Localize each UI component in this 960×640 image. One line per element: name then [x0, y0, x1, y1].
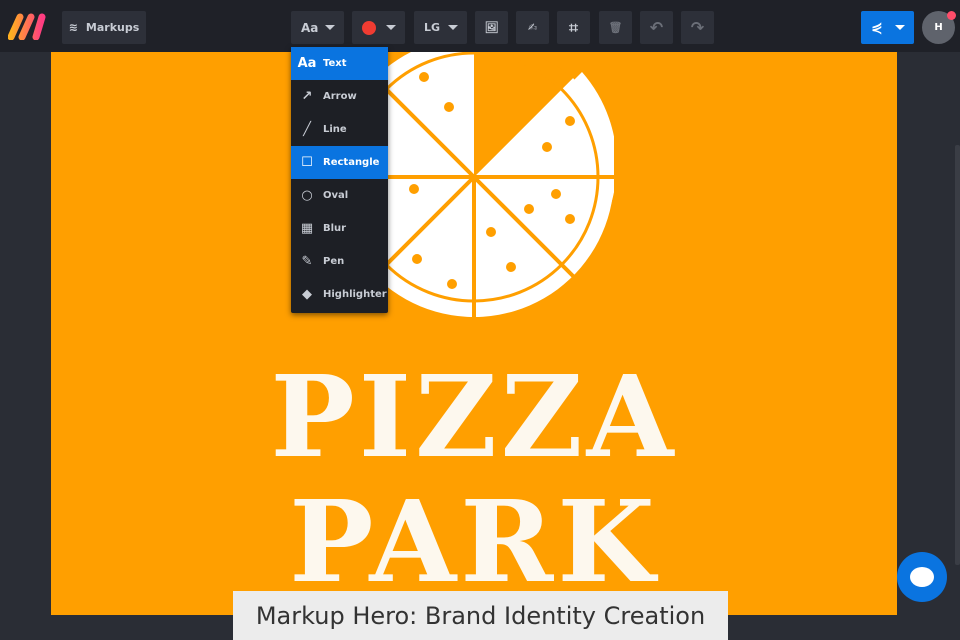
app-logo[interactable] — [8, 12, 48, 40]
menu-item-blur[interactable]: ▦ Blur — [291, 212, 388, 245]
oval-icon: ○ — [301, 188, 313, 203]
signature-button[interactable]: ✍ — [516, 11, 549, 44]
crop-button[interactable]: ⌗ — [557, 11, 590, 44]
menu-item-pen[interactable]: ✎ Pen — [291, 245, 388, 278]
color-dropdown[interactable] — [352, 11, 405, 44]
menu-item-oval[interactable]: ○ Oval — [291, 179, 388, 212]
undo-button[interactable]: ↶ — [640, 11, 673, 44]
menu-item-rectangle[interactable]: ☐ Rectangle — [291, 146, 388, 179]
caption: Markup Hero: Brand Identity Creation — [233, 591, 728, 640]
line-icon: ╱ — [303, 122, 311, 137]
headline-pizza: PIZZA — [270, 352, 678, 483]
highlighter-icon: ◆ — [302, 287, 312, 302]
menu-item-label: Arrow — [323, 91, 357, 102]
top-toolbar: ≋ Markups Aa LG 🖼 ✍ ⌗ 🗑 ↶ ↷ ⋞ H — [0, 0, 960, 52]
chat-button[interactable] — [897, 552, 947, 602]
pen-icon: ✎ — [301, 254, 313, 269]
text-icon: Aa — [297, 56, 317, 71]
chevron-down-icon — [448, 25, 458, 30]
undo-icon: ↶ — [649, 18, 664, 37]
chevron-down-icon — [386, 25, 396, 30]
text-tool-dropdown[interactable]: Aa — [291, 11, 344, 44]
scrollbar[interactable] — [955, 145, 960, 565]
menu-item-label: Text — [323, 58, 347, 69]
chevron-down-icon — [895, 25, 905, 30]
share-button[interactable]: ⋞ — [861, 11, 914, 44]
crop-icon: ⌗ — [568, 17, 578, 37]
avatar[interactable]: H — [922, 11, 956, 44]
signature-icon: ✍ — [527, 21, 538, 34]
menu-item-label: Blur — [323, 223, 347, 234]
chat-icon — [910, 567, 934, 587]
delete-button[interactable]: 🗑 — [599, 11, 632, 44]
layers-icon: ≋ — [68, 21, 78, 34]
menu-item-label: Oval — [323, 190, 349, 201]
image-canvas[interactable]: PIZZA PARK — [51, 52, 897, 615]
menu-item-arrow[interactable]: ↗ Arrow — [291, 80, 388, 113]
blur-icon: ▦ — [300, 221, 314, 236]
size-dropdown[interactable]: LG — [414, 11, 467, 44]
menu-item-label: Pen — [323, 256, 345, 267]
notification-dot — [947, 11, 956, 20]
menu-item-text[interactable]: Aa Text — [291, 47, 388, 80]
redo-button[interactable]: ↷ — [681, 11, 714, 44]
arrow-icon: ↗ — [301, 89, 313, 104]
trash-icon: 🗑 — [608, 21, 623, 34]
share-icon: ⋞ — [871, 19, 883, 36]
menu-item-line[interactable]: ╱ Line — [291, 113, 388, 146]
add-image-button[interactable]: 🖼 — [475, 11, 508, 44]
redo-icon: ↷ — [690, 18, 705, 37]
menu-item-label: Line — [323, 124, 347, 135]
color-swatch — [362, 20, 376, 35]
menu-item-highlighter[interactable]: ◆ Highlighter — [291, 278, 388, 311]
shape-tool-menu: Aa Text ↗ Arrow ╱ Line ☐ Rectangle ○ Oval ▦ Blur ✎ Pe… — [291, 47, 388, 313]
rectangle-icon: ☐ — [301, 155, 313, 170]
menu-item-label: Rectangle — [323, 157, 380, 168]
markups-button[interactable]: ≋ Markups — [62, 11, 146, 44]
headline-park: PARK — [289, 477, 659, 608]
add-image-icon: 🖼 — [484, 21, 499, 34]
chevron-down-icon — [325, 25, 335, 30]
menu-item-label: Highlighter — [323, 289, 387, 300]
